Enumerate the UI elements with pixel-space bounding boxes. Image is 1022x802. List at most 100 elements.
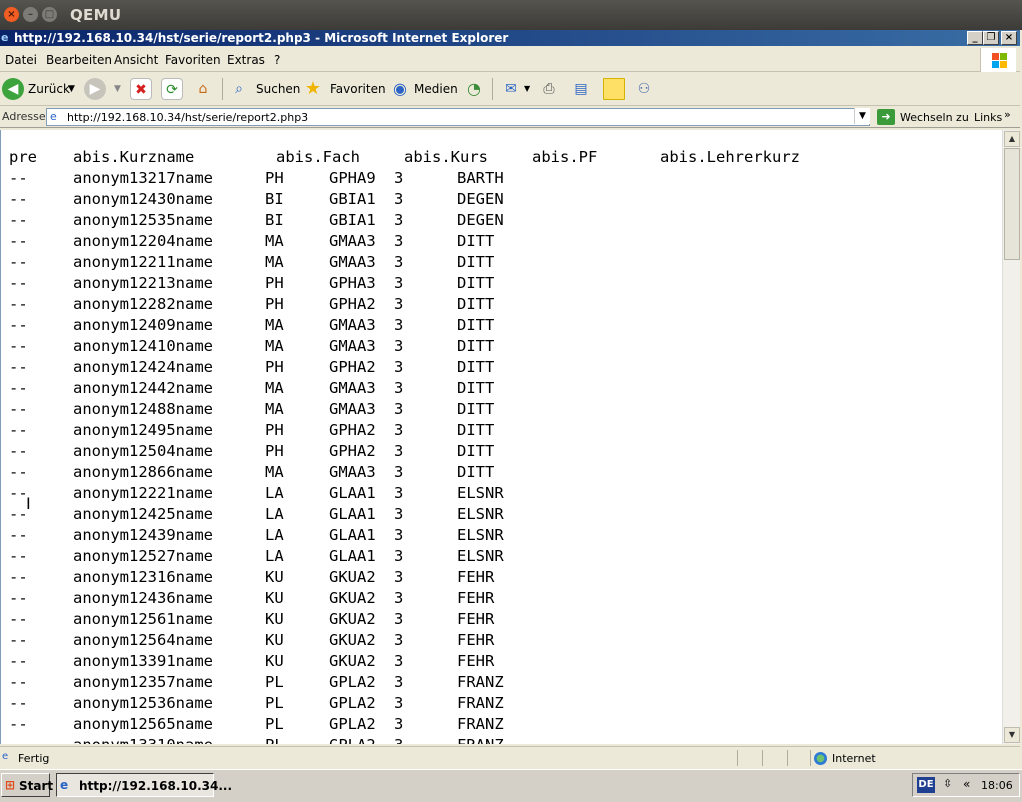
cell-pf: 3 [394,589,404,607]
media-globe-icon[interactable]: ◉ [389,78,411,100]
address-dropdown-icon[interactable]: ▼ [854,108,870,124]
address-label: Adresse [2,110,46,123]
search-icon[interactable]: ⌕ [228,78,250,100]
edit-icon[interactable]: ▤ [570,78,592,100]
back-dropdown-icon[interactable]: ▼ [68,84,75,94]
cell-pf: 3 [394,484,404,502]
cell-fach: LA [265,547,284,565]
internet-zone-icon: ● [814,752,827,765]
forward-dropdown-icon[interactable]: ▼ [114,84,121,94]
cell-pf: 3 [394,547,404,565]
cell-lehrerkurz: DITT [457,358,495,376]
cell-pf: 3 [394,568,404,586]
links-button[interactable]: Links [974,111,1002,124]
qemu-window-title: QEMU [70,6,122,24]
tray-network-icon[interactable]: ⇳ [943,777,952,790]
cell-lehrerkurz: DITT [457,253,495,271]
stop-icon[interactable]: ✖ [130,78,152,100]
cell-pf: 3 [394,295,404,313]
scroll-thumb[interactable] [1004,148,1020,260]
cell-pf: 3 [394,232,404,250]
mail-dropdown-icon[interactable]: ▼ [524,84,530,93]
tray-expand-icon[interactable]: « [963,777,970,791]
cell-lehrerkurz: DEGEN [457,211,504,229]
go-arrow-icon[interactable]: ➜ [877,109,895,125]
mail-icon[interactable]: ✉ [500,78,522,100]
search-button[interactable]: Suchen [256,82,300,96]
language-indicator[interactable]: DE [917,777,935,793]
cell-kurs: GBIA1 [329,190,376,208]
cell-fach: LA [265,484,284,502]
favorites-button[interactable]: Favoriten [330,82,386,96]
cell-pre: -- [9,652,28,670]
messenger-icon[interactable]: ⚇ [633,78,655,100]
address-input[interactable]: e http://192.168.10.34/hst/serie/report2… [46,108,870,126]
header-kurzname: abis.Kurzname [73,148,195,166]
menu-datei[interactable]: Datei [5,53,37,67]
cell-kurzname: anonym12561name [73,610,213,628]
cell-lehrerkurz: FEHR [457,631,495,649]
address-value[interactable]: http://192.168.10.34/hst/serie/report2.p… [67,111,308,124]
cell-fach: MA [265,400,284,418]
cell-kurs: GMAA3 [329,463,376,481]
cell-fach: MA [265,379,284,397]
menu-help[interactable]: ? [274,53,280,67]
vertical-scrollbar[interactable]: ▲ ▼ [1002,130,1020,744]
cell-pf: 3 [394,631,404,649]
cell-pf: 3 [394,673,404,691]
forward-arrow-icon[interactable]: ▶ [84,78,106,100]
cell-pre: -- [9,463,28,481]
cell-kurzname: anonym12564name [73,631,213,649]
cell-lehrerkurz: FRANZ [457,715,504,733]
cell-kurs: GMAA3 [329,253,376,271]
ie-close-button[interactable]: × [1001,31,1017,45]
menu-extras[interactable]: Extras [227,53,265,67]
cell-pre: -- [9,358,28,376]
cell-fach: KU [265,652,284,670]
cell-lehrerkurz: FEHR [457,589,495,607]
media-button[interactable]: Medien [414,82,458,96]
cell-pre: -- [9,673,28,691]
cell-kurzname: anonym12204name [73,232,213,250]
back-arrow-icon[interactable]: ◀ [2,78,24,100]
favorites-star-icon[interactable]: ★ [302,78,324,100]
cell-pf: 3 [394,694,404,712]
ie-minimize-button[interactable]: _ [967,31,983,45]
cell-pre: -- [9,421,28,439]
back-button[interactable]: Zurück [28,82,70,96]
cell-pf: 3 [394,505,404,523]
host-minimize-button[interactable]: – [23,7,38,22]
host-close-button[interactable]: × [4,7,19,22]
cell-pre: -- [9,631,28,649]
cell-pf: 3 [394,526,404,544]
host-maximize-button[interactable]: □ [42,7,57,22]
refresh-icon[interactable]: ⟳ [161,78,183,100]
ie-task-icon: e [60,778,69,792]
menu-favoriten[interactable]: Favoriten [165,53,221,67]
cell-kurs: GLAA1 [329,526,376,544]
windows-logo-icon [980,48,1016,72]
menu-bearbeiten[interactable]: Bearbeiten [46,53,112,67]
cell-kurs: GPHA2 [329,295,376,313]
cell-pf: 3 [394,211,404,229]
scroll-down-icon[interactable]: ▼ [1004,727,1020,743]
cell-fach: MA [265,337,284,355]
start-button[interactable]: ⊞ Start [1,773,53,797]
cell-kurs: GPHA9 [329,169,376,187]
cell-pf: 3 [394,316,404,334]
cell-kurs: GKUA2 [329,610,376,628]
links-chevron-icon[interactable]: » [1004,108,1011,121]
taskbar-ie-item[interactable]: e http://192.168.10.34... [56,773,232,797]
home-icon[interactable]: ⌂ [192,78,214,100]
cell-pre: -- [9,442,28,460]
discuss-icon[interactable] [603,78,625,100]
cell-kurs: GKUA2 [329,568,376,586]
history-icon[interactable]: ◔ [463,78,485,100]
menu-ansicht[interactable]: Ansicht [114,53,158,67]
go-button[interactable]: Wechseln zu [900,111,969,124]
cell-pf: 3 [394,337,404,355]
scroll-up-icon[interactable]: ▲ [1004,131,1020,147]
cell-kurzname: anonym12425name [73,505,213,523]
ie-restore-button[interactable]: ❐ [983,31,999,45]
print-icon[interactable]: ⎙ [538,78,560,100]
